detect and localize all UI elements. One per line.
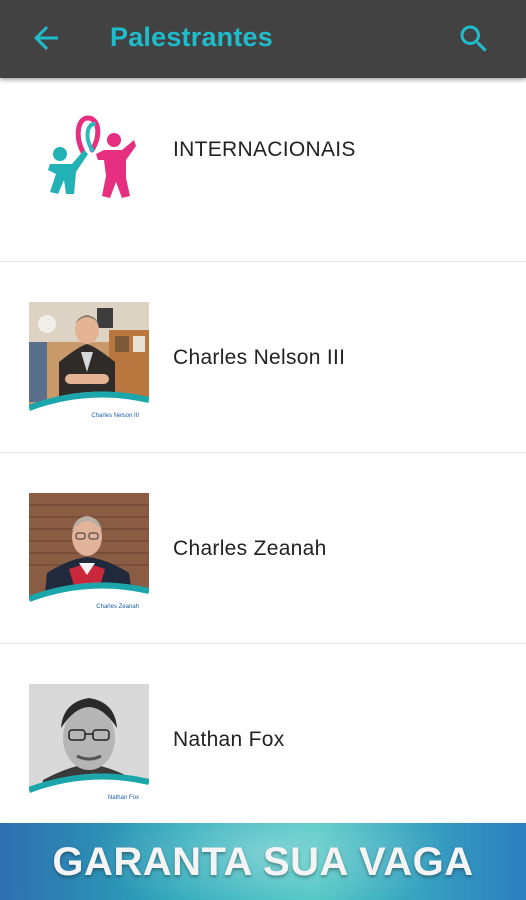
list-item-charles-nelson[interactable]: Charles Nelson III Charles Nelson III	[0, 262, 526, 453]
list-item-charles-zeanah[interactable]: Charles Zeanah Charles Zeanah	[0, 453, 526, 644]
photo-caption: Nathan Fox	[107, 795, 139, 801]
photo-caption: Charles Nelson III	[91, 413, 139, 419]
arrow-back-icon[interactable]	[28, 20, 64, 56]
cta-banner[interactable]: GARANTA SUA VAGA	[0, 823, 526, 900]
list-item-label: INTERNACIONAIS	[173, 138, 356, 161]
list-item-internacionais[interactable]: INTERNACIONAIS	[0, 78, 526, 262]
speaker-photo: Charles Nelson III	[29, 302, 149, 422]
banner-text: GARANTA SUA VAGA	[52, 840, 474, 884]
search-icon[interactable]	[456, 21, 492, 57]
people-ribbon-logo-icon	[48, 115, 136, 198]
list-item-label: Charles Nelson III	[173, 346, 346, 369]
speaker-list: INTERNACIONAIS Charles Nelson III Charle…	[0, 78, 526, 823]
page-title: Palestrantes	[110, 22, 273, 52]
speaker-photo: Charles Zeanah	[29, 493, 149, 613]
photo-caption: Charles Zeanah	[96, 604, 139, 610]
speaker-photo: Nathan Fox	[29, 684, 149, 804]
list-item-label: Nathan Fox	[173, 728, 285, 751]
list-item-nathan-fox[interactable]: Nathan Fox Nathan Fox	[0, 644, 526, 823]
app-bar: Palestrantes	[0, 0, 526, 78]
list-item-label: Charles Zeanah	[173, 537, 327, 560]
